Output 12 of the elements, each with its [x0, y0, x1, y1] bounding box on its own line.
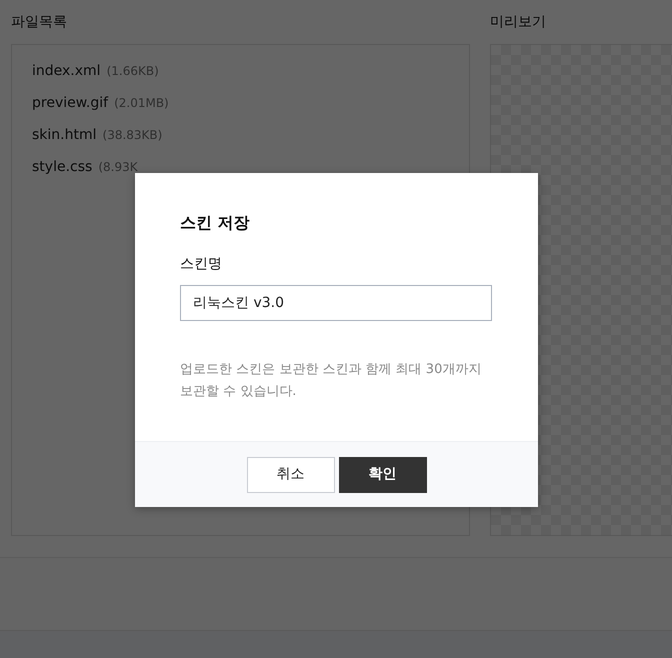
- skin-name-field[interactable]: 리눅스킨 v3.0: [180, 285, 492, 322]
- field-label: 스킨명: [180, 255, 223, 274]
- dialog-title: 스킨 저장: [180, 213, 251, 232]
- file-name[interactable]: style.css: [32, 156, 92, 178]
- file-name[interactable]: preview.gif: [32, 92, 108, 114]
- cancel-button[interactable]: 취소: [246, 456, 334, 492]
- section-heading: 파일목록: [11, 14, 68, 31]
- dialog-note: 업로드한 스킨은 보관한 스킨과 함께 최대 30개까지 보관할 수 있습니다.: [180, 361, 482, 402]
- file-name[interactable]: index.xml: [32, 60, 101, 82]
- confirm-button[interactable]: 확인: [338, 456, 426, 492]
- file-name[interactable]: skin.html: [32, 124, 97, 146]
- section-heading: 미리보기: [490, 14, 547, 31]
